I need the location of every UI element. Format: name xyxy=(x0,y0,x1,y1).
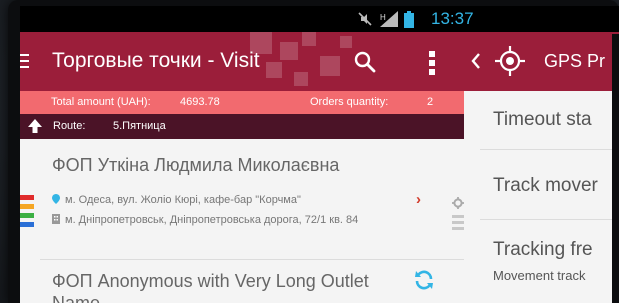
status-bar: H 13:37 xyxy=(20,6,619,32)
pref-tracking-frequency-summary: Movement track xyxy=(493,268,586,283)
pref-divider xyxy=(480,149,619,150)
outlet-address-2: м. Дніпропетровськ, Дніпропетровська дор… xyxy=(52,213,382,227)
mute-icon xyxy=(358,12,372,26)
overflow-menu-icon[interactable] xyxy=(428,50,436,76)
status-color-tabs xyxy=(20,195,34,235)
gps-target-icon xyxy=(495,46,525,76)
gear-icon[interactable] xyxy=(452,197,464,209)
route-value: 5.Пятница xyxy=(113,120,166,132)
outlet-list-item[interactable]: ФОП Anonymous with Very Long Outlet Name xyxy=(20,260,465,303)
outlet-address-1: м. Одеса, вул. Жоліо Кюрі, кафе-бар "Кор… xyxy=(52,193,301,207)
signal-icon: H xyxy=(378,11,398,27)
back-icon[interactable] xyxy=(470,52,482,70)
orders-quantity-label: Orders quantity: xyxy=(310,96,389,108)
phone-edge xyxy=(612,34,619,303)
status-time: 13:37 xyxy=(431,9,474,28)
gps-page-title: GPS Pr xyxy=(544,51,606,71)
outlet-address-2-text: м. Дніпропетровськ, Дніпропетровська дор… xyxy=(65,214,359,226)
outlets-app-bar: Торговые точки - Visit xyxy=(20,32,465,91)
outlet-address-1-text: м. Одеса, вул. Жоліо Кюрі, кафе-бар "Кор… xyxy=(65,194,301,206)
pref-divider xyxy=(480,219,619,220)
building-icon xyxy=(52,214,60,224)
status-tab-red xyxy=(20,195,34,200)
route-label: Route: xyxy=(53,120,86,132)
gps-app-bar: GPS Pr xyxy=(464,32,619,91)
arrow-up-icon[interactable] xyxy=(27,118,43,134)
pref-track-movement[interactable]: Track mover xyxy=(493,174,598,198)
chevron-right-icon[interactable]: › xyxy=(416,191,421,208)
orders-quantity-value: 2 xyxy=(427,96,434,108)
total-amount-label: Total amount (UAH): xyxy=(51,96,151,108)
status-tab-blue xyxy=(20,222,34,227)
page-title: Торговые точки - Visit xyxy=(52,49,260,72)
battery-icon xyxy=(404,10,414,28)
gps-screen: GPS Pr Timeout sta Track mover Tracking … xyxy=(464,32,619,303)
svg-text:H: H xyxy=(380,13,386,22)
outlets-screen: Торговые точки - Visit Total amount (UAH… xyxy=(20,32,465,303)
search-icon[interactable] xyxy=(353,50,377,74)
pref-timeout[interactable]: Timeout sta xyxy=(493,108,592,132)
outlet-name: ФОП Anonymous with Very Long Outlet Name xyxy=(52,271,369,303)
pref-tracking-frequency[interactable]: Tracking fre xyxy=(493,238,593,262)
totals-bar: Total amount (UAH): 4693.78 Orders quant… xyxy=(20,91,465,114)
total-amount-value: 4693.78 xyxy=(180,96,220,108)
menu-icon[interactable] xyxy=(20,53,32,69)
outlet-list-item[interactable]: ФОП Уткіна Людмила Миколаєвна м. Одеса, … xyxy=(20,139,465,259)
scene: H 13:37 Торговые точки - Visit Total amo… xyxy=(0,0,619,303)
route-bar[interactable]: Route: 5.Пятница xyxy=(20,114,465,139)
sync-icon[interactable] xyxy=(412,268,436,292)
status-tab-green xyxy=(20,213,34,218)
status-icons: H xyxy=(358,10,414,28)
status-tab-orange xyxy=(20,204,34,209)
location-pin-icon xyxy=(52,194,60,204)
outlet-name: ФОП Уткіна Людмила Миколаєвна xyxy=(52,155,340,175)
